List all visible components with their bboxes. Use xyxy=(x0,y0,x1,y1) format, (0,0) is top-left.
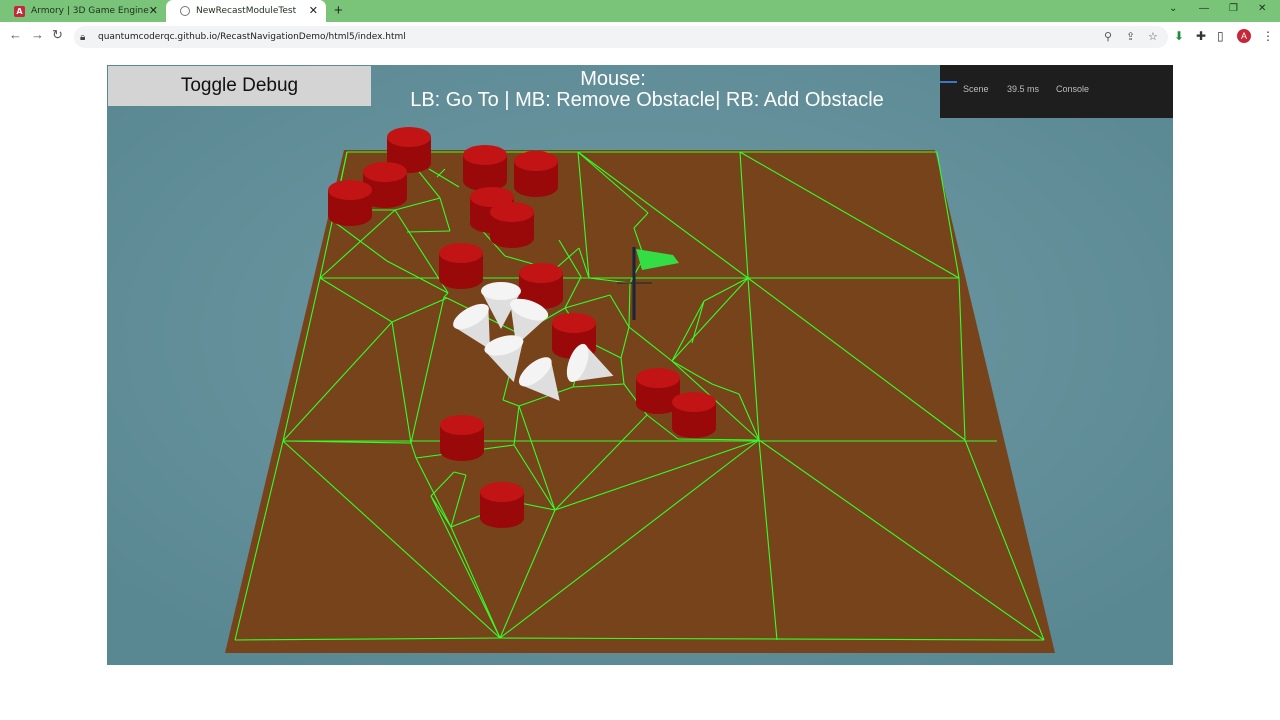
controls-hint: LB: Go To | MB: Remove Obstacle| RB: Add… xyxy=(410,89,884,111)
star-icon[interactable]: ☆ xyxy=(1148,30,1158,43)
minimize-icon[interactable]: — xyxy=(1199,3,1209,14)
frame-time: 39.5 ms xyxy=(1007,84,1040,94)
game-canvas[interactable]: Toggle Debug Mouse: LB: Go To | MB: Remo… xyxy=(107,65,1173,665)
close-window-icon[interactable]: ✕ xyxy=(1258,3,1266,14)
reload-icon[interactable]: ↻ xyxy=(52,27,63,43)
mouse-readout: Mouse: xyxy=(580,68,646,90)
restore-icon[interactable]: ❐ xyxy=(1229,3,1238,14)
forward-icon[interactable]: → xyxy=(31,27,44,42)
extensions-icon[interactable]: ✚ xyxy=(1196,29,1206,43)
scene-tab[interactable]: Scene xyxy=(963,84,989,94)
lock-icon[interactable]: 🔒︎ xyxy=(80,32,96,43)
new-tab-icon[interactable]: + xyxy=(334,2,343,19)
armory-favicon-icon: A xyxy=(14,5,25,17)
console-tab[interactable]: Console xyxy=(1056,84,1089,94)
close-tab-icon[interactable]: ✕ xyxy=(309,4,318,17)
zoom-icon[interactable]: ⚲ xyxy=(1104,30,1112,43)
tab-title: NewRecastModuleTest xyxy=(196,6,297,16)
tab-armory[interactable]: A Armory | 3D Game Engine ✕ xyxy=(0,0,166,22)
obstacle-cylinder xyxy=(514,151,558,197)
obstacle-cylinder xyxy=(490,202,534,248)
obstacle-cylinder xyxy=(439,243,483,289)
url-text[interactable]: quantumcoderqc.github.io/RecastNavigatio… xyxy=(98,32,406,42)
obstacle-cylinder xyxy=(328,180,372,226)
download-icon[interactable]: ⬇ xyxy=(1174,29,1184,43)
menu-icon[interactable]: ⋮ xyxy=(1262,29,1274,43)
browser-tab-strip: A Armory | 3D Game Engine ✕ NewRecastMod… xyxy=(0,0,1280,22)
panel-indicator xyxy=(940,81,957,83)
share-icon[interactable]: ⇪ xyxy=(1126,30,1135,43)
address-bar[interactable]: 🔒︎ quantumcoderqc.github.io/RecastNaviga… xyxy=(74,26,1168,48)
obstacle-cylinder xyxy=(440,415,484,461)
tab-title: Armory | 3D Game Engine xyxy=(31,6,149,16)
toggle-debug-button[interactable]: Toggle Debug xyxy=(108,66,371,106)
tab-recast-module-test[interactable]: NewRecastModuleTest ✕ xyxy=(166,0,326,22)
obstacle-cylinder xyxy=(480,482,524,528)
debug-console-panel: Scene 39.5 ms Console xyxy=(940,65,1173,118)
navmesh-scene[interactable] xyxy=(107,65,1173,665)
profile-icon[interactable]: A xyxy=(1237,29,1251,43)
sidebar-icon[interactable]: ▯ xyxy=(1217,29,1224,43)
obstacle-cylinder xyxy=(672,392,716,438)
close-tab-icon[interactable]: ✕ xyxy=(149,4,158,17)
tab-search-icon[interactable]: ⌄ xyxy=(1169,3,1177,14)
obstacle-cylinder xyxy=(463,145,507,191)
globe-icon xyxy=(180,6,190,16)
back-icon[interactable]: ← xyxy=(9,27,22,42)
